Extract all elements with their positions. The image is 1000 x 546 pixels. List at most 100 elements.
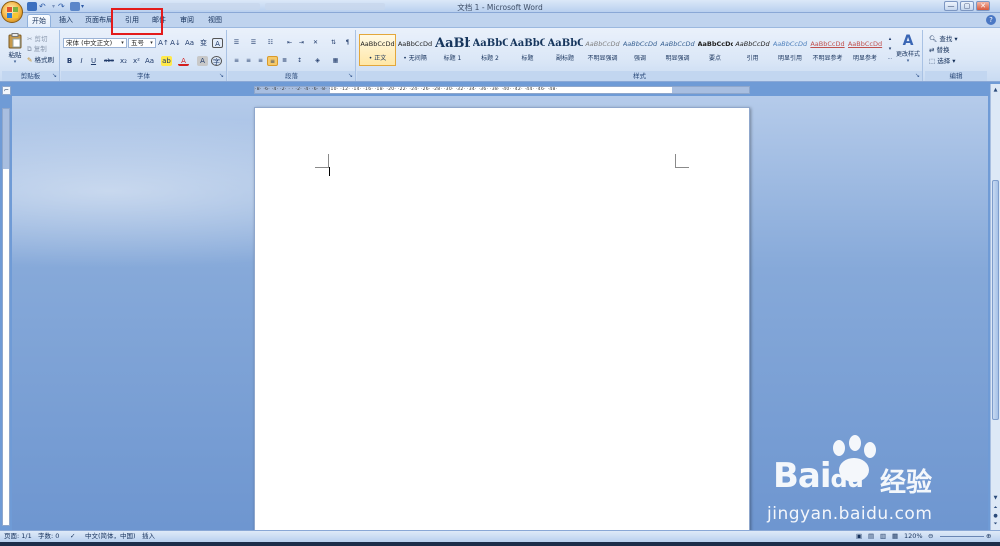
status-zoom[interactable]: 120%	[904, 531, 923, 542]
print-layout-view-icon[interactable]: ▣	[856, 531, 862, 542]
style-item[interactable]: AaBbCcDd • 无间隔	[397, 34, 434, 66]
align-right-button[interactable]: ≡	[255, 56, 266, 66]
office-button[interactable]	[1, 1, 23, 23]
style-item[interactable]: AaBbCcDd 明显强调	[659, 34, 696, 66]
decrease-indent-button[interactable]: ⇤	[284, 38, 295, 48]
format-painter-button[interactable]: ✎ 格式刷	[27, 54, 54, 64]
customize-qat-icon[interactable]: ▾	[81, 2, 91, 11]
align-left-button[interactable]: ≡	[231, 56, 242, 66]
styles-more-icon[interactable]: ⋯	[886, 54, 894, 63]
style-item[interactable]: AaBbCcDd 强调	[622, 34, 659, 66]
change-styles-button[interactable]: A 更改样式 ▾	[895, 33, 921, 64]
web-view-icon[interactable]: ▥	[880, 531, 886, 542]
copy-button[interactable]: ⧉ 复制	[27, 43, 47, 54]
tab-home[interactable]: 开始	[27, 14, 51, 27]
borders-button[interactable]: ▦	[330, 56, 341, 66]
style-item[interactable]: AaBbCcDd 要点	[697, 34, 734, 66]
font-color-button[interactable]: A	[178, 56, 189, 66]
phonetic-guide-button[interactable]: 变	[198, 38, 209, 48]
char-border-button[interactable]: A	[212, 38, 223, 48]
clipboard-launcher-icon[interactable]: ↘	[51, 73, 58, 80]
sort-button[interactable]: ⇅	[328, 38, 339, 48]
status-language[interactable]: 中文(简体，中国)	[85, 531, 136, 542]
underline-button[interactable]: U	[88, 56, 99, 66]
shrink-font-button[interactable]: A↓	[170, 38, 181, 48]
style-item[interactable]: AaBbC 副标题	[547, 34, 584, 66]
superscript-button[interactable]: x²	[131, 56, 142, 66]
paste-button[interactable]: 粘贴 ▾	[5, 33, 25, 65]
help-icon[interactable]: ?	[986, 15, 996, 25]
styles-scroll-up-icon[interactable]: ▴	[886, 34, 894, 43]
select-button[interactable]: ⬚ 选择 ▾	[929, 55, 956, 65]
numbering-button[interactable]: ☰	[248, 38, 259, 48]
status-page[interactable]: 页面: 1/1	[4, 531, 32, 542]
maximize-button[interactable]: ▢	[960, 1, 974, 11]
subscript-button[interactable]: x₂	[118, 56, 129, 66]
enclose-char-button[interactable]: 字	[211, 56, 222, 66]
show-marks-button[interactable]: ¶	[342, 38, 353, 48]
tab-insert[interactable]: 插入	[55, 14, 77, 27]
italic-button[interactable]: I	[76, 56, 87, 66]
align-center-button[interactable]: ≡	[243, 56, 254, 66]
minimize-button[interactable]: —	[944, 1, 958, 11]
save-icon[interactable]	[27, 2, 37, 11]
scroll-thumb[interactable]	[992, 180, 999, 420]
change-case-button[interactable]: Aa	[144, 56, 155, 66]
multilevel-list-button[interactable]: ☷	[265, 38, 276, 48]
paste-dropdown-icon[interactable]: ▾	[5, 59, 25, 65]
font-launcher-icon[interactable]: ↘	[218, 73, 225, 80]
close-button[interactable]: ✕	[976, 1, 990, 11]
tab-review[interactable]: 审阅	[176, 14, 198, 27]
status-mode[interactable]: 插入	[142, 531, 155, 542]
undo-icon[interactable]: ↶	[39, 2, 49, 11]
distributed-button[interactable]: ≣	[279, 56, 290, 66]
line-spacing-button[interactable]: ↕	[294, 56, 305, 66]
find-button[interactable]: 🔍︎ 查找 ▾	[929, 33, 958, 43]
char-shading-button[interactable]: A	[197, 56, 208, 66]
change-styles-dropdown-icon[interactable]: ▾	[895, 58, 921, 64]
style-item[interactable]: AaBbCcDd 明显引用	[772, 34, 809, 66]
cut-button[interactable]: ✂ 剪切	[27, 33, 48, 43]
justify-button[interactable]: ≡	[267, 56, 278, 66]
zoom-out-icon[interactable]: ⊖	[928, 531, 933, 542]
tab-page-layout[interactable]: 页面布局	[83, 14, 115, 27]
scroll-up-icon[interactable]: ▲	[992, 86, 999, 94]
horizontal-ruler[interactable]: ·8· ·6· ·4· ·2· · · ·2· ·4· ·6· ·8· ·10·…	[254, 86, 750, 94]
styles-launcher-icon[interactable]: ↘	[914, 73, 921, 80]
style-item[interactable]: AaBbC 标题 2	[472, 34, 509, 66]
strikethrough-button[interactable]: abc	[102, 56, 116, 66]
style-item[interactable]: AaBbCcDd 明显参考	[847, 34, 884, 66]
vertical-ruler[interactable]	[2, 108, 10, 526]
proofing-icon[interactable]: ✓	[70, 531, 75, 542]
redo-icon[interactable]: ↷	[58, 2, 68, 11]
tab-references[interactable]: 引用	[121, 14, 143, 27]
font-size-dropdown-icon[interactable]: ▾	[148, 39, 155, 47]
highlight-color-button[interactable]: ab	[161, 56, 172, 66]
style-item[interactable]: AaBbCcDd 引用	[734, 34, 771, 66]
increase-indent-button[interactable]: ⇥	[296, 38, 307, 48]
style-item[interactable]: AaBbCcDd 不明显强调	[584, 34, 621, 66]
style-item[interactable]: AaBbCcDd 不明显参考	[809, 34, 846, 66]
grow-font-button[interactable]: A↑	[158, 38, 169, 48]
outline-view-icon[interactable]: ▦	[892, 531, 898, 542]
shading-button[interactable]: ◈	[312, 56, 323, 66]
chinese-layout-button[interactable]: ✕	[310, 38, 321, 48]
full-screen-view-icon[interactable]: ▤	[868, 531, 874, 542]
zoom-in-icon[interactable]: ⊕	[986, 531, 991, 542]
style-item[interactable]: AaBb 标题 1	[434, 34, 471, 66]
clear-format-button[interactable]: Aa	[184, 38, 195, 48]
ruler-toggle-icon[interactable]: ⌐	[2, 86, 11, 95]
style-item[interactable]: AaBbC 标题	[509, 34, 546, 66]
status-words[interactable]: 字数: 0	[38, 531, 59, 542]
styles-scroll-down-icon[interactable]: ▾	[886, 44, 894, 53]
paragraph-launcher-icon[interactable]: ↘	[347, 73, 354, 80]
font-size-select[interactable]: 五号 ▾	[128, 38, 156, 48]
bold-button[interactable]: B	[64, 56, 75, 66]
tab-mailings[interactable]: 邮件	[148, 14, 170, 27]
zoom-slider[interactable]	[940, 536, 984, 537]
style-item[interactable]: AaBbCcDd • 正文	[359, 34, 396, 66]
font-name-dropdown-icon[interactable]: ▾	[119, 39, 126, 47]
font-name-select[interactable]: 宋体 (中文正文) ▾	[63, 38, 127, 48]
replace-button[interactable]: ⇄ 替换	[929, 44, 950, 54]
tab-view[interactable]: 视图	[204, 14, 226, 27]
